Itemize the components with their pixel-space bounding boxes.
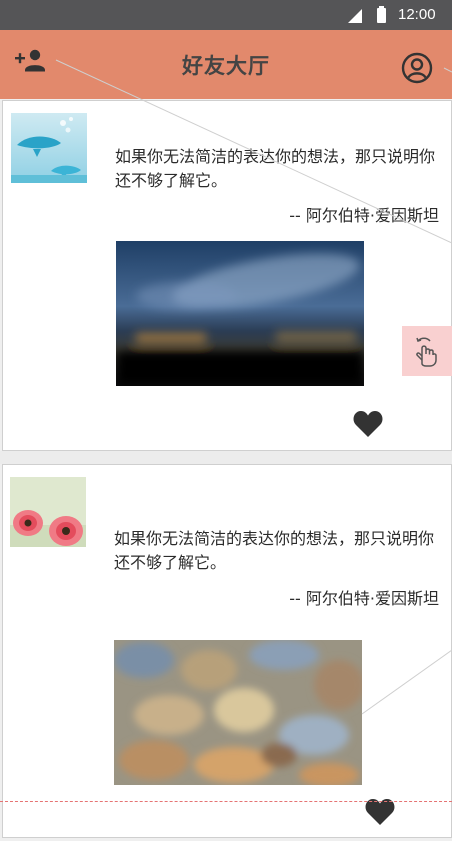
battery-icon [377, 6, 386, 23]
post-quote: 如果你无法简洁的表达你的想法，那只说明你还不够了解它。 [114, 529, 435, 572]
post-card: 如果你无法简洁的表达你的想法，那只说明你还不够了解它。 -- 阿尔伯特·爱因斯坦 [2, 464, 452, 838]
autumn-leaves-photo [114, 640, 362, 785]
app-bar: 好友大厅 [0, 30, 452, 99]
status-time: 12:00 [398, 6, 436, 23]
drag-guide-line [0, 801, 452, 802]
post-author: -- 阿尔伯特·爱因斯坦 [289, 206, 439, 225]
gesture-button[interactable] [402, 326, 452, 376]
post-card: 如果你无法简洁的表达你的想法，那只说明你还不够了解它。 -- 阿尔伯特·爱因斯坦 [2, 100, 452, 451]
avatar[interactable] [10, 477, 86, 547]
like-button[interactable] [352, 409, 384, 439]
dolphin-avatar [11, 113, 87, 183]
card-separator [0, 451, 452, 464]
post-photo[interactable] [114, 640, 362, 785]
profile-button[interactable] [401, 52, 433, 84]
avatar[interactable] [11, 113, 87, 183]
post-author: -- 阿尔伯特·爱因斯坦 [289, 589, 439, 608]
heart-icon [353, 411, 383, 437]
signal-icon [348, 9, 362, 23]
status-bar: 12:00 [0, 0, 452, 30]
flower-avatar [10, 477, 86, 547]
post-photo[interactable] [116, 241, 364, 386]
post-quote: 如果你无法简洁的表达你的想法，那只说明你还不够了解它。 [115, 147, 436, 190]
hand-tap-icon [416, 337, 437, 367]
page-title: 好友大厅 [182, 54, 270, 78]
night-sky-photo [116, 241, 364, 386]
profile-icon [401, 52, 433, 84]
